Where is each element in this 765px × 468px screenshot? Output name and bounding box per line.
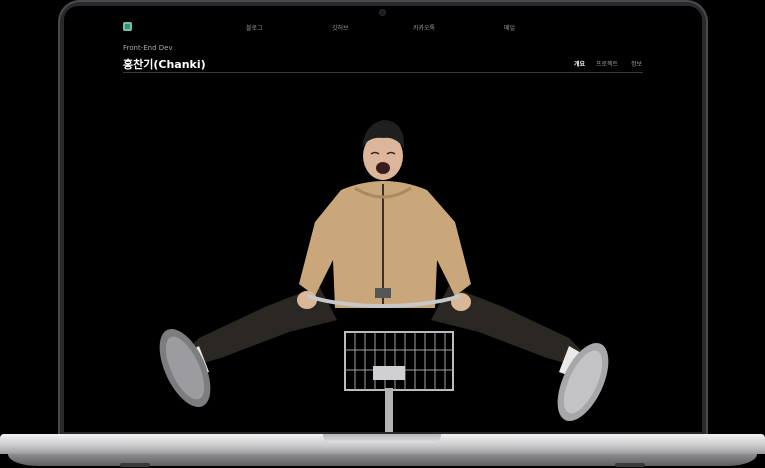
top-navigation: 블로그 깃허브 카카오톡 메일 <box>64 23 702 35</box>
laptop-foot <box>615 463 645 467</box>
hero-photo <box>159 120 609 432</box>
tab-projects[interactable]: 프로젝트 <box>596 59 618 68</box>
nav-link-blog[interactable]: 블로그 <box>246 23 263 32</box>
laptop-notch <box>323 434 441 443</box>
laptop-base <box>0 434 765 468</box>
laptop-foot <box>120 463 150 467</box>
nav-link-kakaotalk[interactable]: 카카오톡 <box>413 23 435 32</box>
tab-info[interactable]: 정보 <box>631 59 642 68</box>
nav-link-github[interactable]: 깃허브 <box>332 23 349 32</box>
page-tabs: 개요 프로젝트 정보 <box>64 59 702 69</box>
nav-link-mail[interactable]: 메일 <box>504 23 515 32</box>
laptop-screen: 블로그 깃허브 카카오톡 메일 Front-End Dev 홍찬기(Chanki… <box>64 6 702 432</box>
tab-overview[interactable]: 개요 <box>574 59 585 68</box>
camera-icon <box>380 10 385 15</box>
page-subtitle: Front-End Dev <box>123 44 173 52</box>
header-divider <box>123 72 643 73</box>
